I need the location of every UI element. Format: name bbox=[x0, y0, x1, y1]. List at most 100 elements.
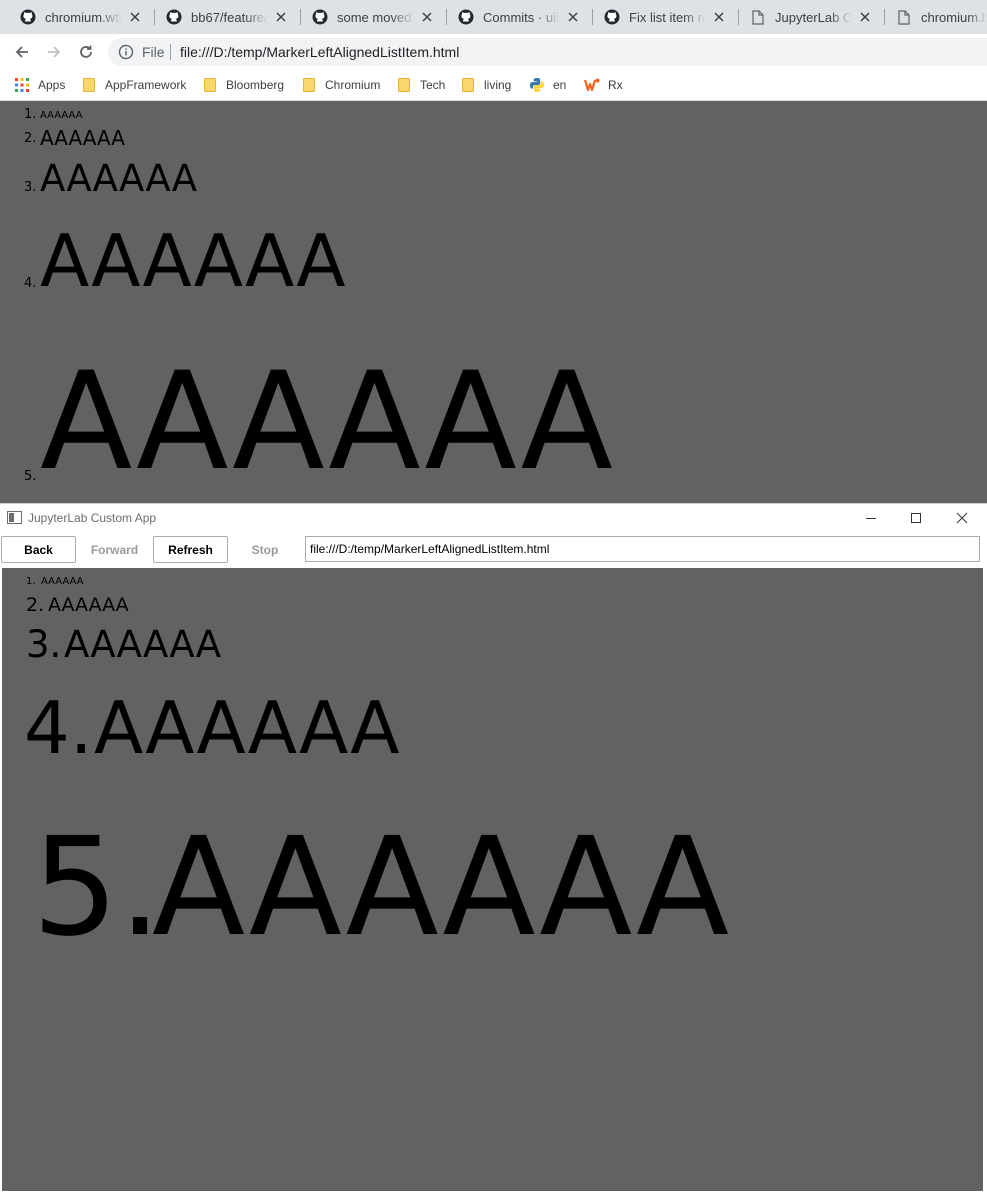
bookmark-en[interactable]: en bbox=[529, 76, 566, 94]
forward-arrow-icon[interactable] bbox=[42, 40, 66, 64]
list-item-text: AAAAAA bbox=[40, 343, 613, 500]
tab-separator bbox=[884, 9, 885, 25]
apps-grid-icon bbox=[14, 77, 30, 93]
github-icon bbox=[20, 9, 36, 25]
bookmark-tech[interactable]: Tech bbox=[396, 76, 445, 94]
tab-strip: chromium.wtk2 bb67/feature/li some moved… bbox=[0, 0, 987, 34]
bookmark-label: Chromium bbox=[325, 78, 381, 92]
list-marker: 4. bbox=[24, 686, 93, 770]
bookmark-label: Rx bbox=[608, 78, 623, 92]
back-arrow-icon[interactable] bbox=[10, 40, 34, 64]
bookmark-chromium[interactable]: Chromium bbox=[301, 76, 380, 94]
tab-separator bbox=[738, 9, 739, 25]
list-marker: 5. bbox=[32, 809, 162, 967]
scheme-label: File bbox=[142, 44, 165, 60]
list-marker: 4. bbox=[24, 276, 37, 291]
list-marker: 3. bbox=[26, 623, 62, 666]
maximize-icon[interactable] bbox=[893, 504, 938, 532]
python-icon bbox=[529, 77, 545, 93]
window-titlebar: JupyterLab Custom App bbox=[0, 504, 987, 532]
tab-3[interactable]: some moved fr bbox=[312, 0, 442, 34]
list-marker: 3. bbox=[24, 180, 37, 195]
bookmark-bloomberg[interactable]: Bloomberg bbox=[202, 76, 284, 94]
tab-7[interactable]: chromium.bb bbox=[896, 0, 987, 34]
close-icon[interactable] bbox=[274, 10, 288, 24]
tab-separator bbox=[154, 9, 155, 25]
bookmark-living[interactable]: living bbox=[460, 76, 511, 94]
tab-separator bbox=[300, 9, 301, 25]
tab-separator bbox=[592, 9, 593, 25]
back-button[interactable]: Back bbox=[1, 536, 76, 563]
tab-2[interactable]: bb67/feature/li bbox=[166, 0, 296, 34]
list-item-text: AAAAAA bbox=[94, 686, 400, 770]
folder-icon bbox=[81, 77, 97, 93]
list-marker: 2. bbox=[24, 131, 37, 146]
chrome-page-content: 1. AAAAAA 2. AAAAAA 3. AAAAAA 4. AAAAAA … bbox=[0, 101, 987, 503]
window-title: JupyterLab Custom App bbox=[28, 511, 157, 525]
jupyter-toolbar: Back Forward Refresh Stop file:///D:/tem… bbox=[0, 535, 987, 565]
bookmark-label: Apps bbox=[38, 78, 66, 92]
close-icon[interactable] bbox=[566, 10, 580, 24]
info-icon[interactable] bbox=[118, 44, 134, 60]
tab-6[interactable]: JupyterLab Cus bbox=[750, 0, 880, 34]
close-icon[interactable] bbox=[128, 10, 142, 24]
jupyterlab-window: JupyterLab Custom App Back Forward Refre… bbox=[0, 503, 987, 1197]
app-window-icon bbox=[7, 511, 22, 524]
tab-5[interactable]: Fix list item ren bbox=[604, 0, 734, 34]
folder-icon bbox=[396, 77, 412, 93]
tab-title: chromium.wtk2 bbox=[45, 9, 122, 25]
address-input[interactable]: file:///D:/temp/MarkerLeftAlignedListIte… bbox=[305, 536, 980, 562]
minimize-icon[interactable] bbox=[848, 504, 893, 532]
close-icon[interactable] bbox=[420, 10, 434, 24]
forward-button[interactable]: Forward bbox=[77, 536, 152, 563]
refresh-button[interactable]: Refresh bbox=[153, 536, 228, 563]
bookmark-label: living bbox=[484, 78, 512, 92]
close-icon[interactable] bbox=[858, 10, 872, 24]
bookmark-appframework[interactable]: AppFramework bbox=[81, 76, 186, 94]
bookmark-label: en bbox=[553, 78, 567, 92]
folder-icon bbox=[301, 77, 317, 93]
github-icon bbox=[312, 9, 328, 25]
close-icon[interactable] bbox=[939, 504, 984, 532]
bookmarks-bar: Apps AppFramework Bloomberg Chromium Tec… bbox=[0, 70, 987, 101]
list-item-text: AAAAAA bbox=[41, 576, 84, 587]
github-icon bbox=[458, 9, 474, 25]
address-bar[interactable]: File file:///D:/temp/MarkerLeftAlignedLi… bbox=[108, 38, 987, 66]
stop-button[interactable]: Stop bbox=[229, 536, 301, 563]
list-item-text: AAAAAA bbox=[40, 219, 346, 303]
divider bbox=[170, 44, 171, 60]
bookmark-label: Bloomberg bbox=[226, 78, 285, 92]
folder-icon bbox=[460, 77, 476, 93]
folder-icon bbox=[202, 77, 218, 93]
github-icon bbox=[604, 9, 620, 25]
list-marker: 2. bbox=[26, 594, 45, 616]
tab-separator bbox=[446, 9, 447, 25]
bookmark-label: Tech bbox=[420, 78, 446, 92]
rx-icon bbox=[584, 77, 600, 93]
page-icon bbox=[750, 9, 766, 25]
tab-1[interactable]: chromium.wtk2 bbox=[20, 0, 150, 34]
tab-title: Commits · uiinf bbox=[483, 9, 560, 25]
bookmark-apps[interactable]: Apps bbox=[14, 76, 65, 94]
list-marker: 5. bbox=[24, 469, 37, 484]
list-marker: 1. bbox=[26, 576, 36, 587]
list-item-text: AAAAAA bbox=[64, 623, 222, 666]
tab-title: some moved fr bbox=[337, 9, 414, 25]
tab-4[interactable]: Commits · uiinf bbox=[458, 0, 588, 34]
url-text[interactable]: file:///D:/temp/MarkerLeftAlignedListIte… bbox=[180, 44, 459, 60]
tab-title: bb67/feature/li bbox=[191, 9, 268, 25]
list-item-text: AAAAAA bbox=[40, 126, 125, 150]
jupyter-page-content: 1. AAAAAA 2. AAAAAA 3. AAAAAA 4. AAAAAA … bbox=[2, 568, 983, 1191]
tab-title: chromium.bb bbox=[921, 9, 987, 25]
page-icon bbox=[896, 9, 912, 25]
github-icon bbox=[166, 9, 182, 25]
close-icon[interactable] bbox=[712, 10, 726, 24]
reload-icon[interactable] bbox=[74, 40, 98, 64]
browser-toolbar: File file:///D:/temp/MarkerLeftAlignedLi… bbox=[0, 34, 987, 70]
list-item-text: AAAAAA bbox=[40, 110, 83, 121]
list-item-text: AAAAAA bbox=[40, 157, 198, 200]
list-marker: 1. bbox=[24, 107, 37, 122]
bookmark-rx[interactable]: Rx bbox=[584, 76, 623, 94]
list-item-text: AAAAAA bbox=[48, 594, 129, 616]
tab-title: Fix list item ren bbox=[629, 9, 706, 25]
